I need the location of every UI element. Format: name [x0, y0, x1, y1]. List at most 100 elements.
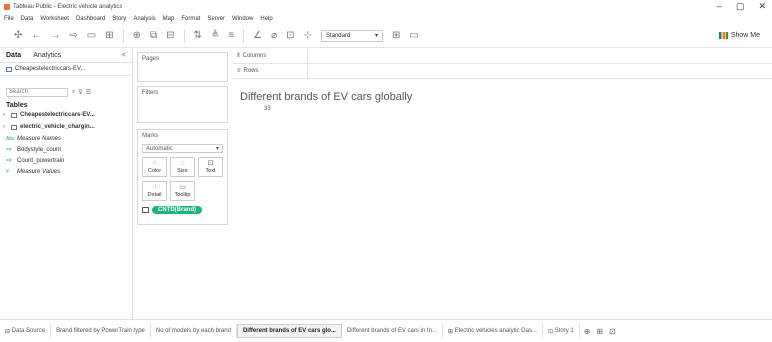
text-button[interactable]: ⊡ Text: [198, 157, 223, 177]
tab-sheet[interactable]: No of models by each brand: [151, 324, 237, 338]
filter-icon[interactable]: ⊽: [78, 89, 82, 96]
field-item[interactable]: Abc Measure Names: [0, 133, 132, 144]
tab-dashboard[interactable]: ⊞ Electric vehicles analytic Das...: [443, 324, 543, 338]
maximize-button[interactable]: ▢: [736, 1, 745, 12]
tab-label: Data Source: [11, 328, 46, 334]
data-pane: Data Analytics < Cheapestelectriccars-EV…: [0, 49, 133, 319]
detail-label: Detail: [147, 192, 162, 198]
new-dashboard-icon[interactable]: ⊞: [596, 327, 603, 336]
show-me-icon: [718, 32, 728, 39]
save-icon[interactable]: ▭: [87, 30, 96, 41]
tab-sheet[interactable]: Different brands of EV cars in In...: [342, 324, 443, 338]
new-worksheet-icon[interactable]: ⊕: [133, 30, 141, 41]
clear-sheet-icon[interactable]: ⊟: [166, 30, 174, 41]
datasource-label: Cheapestelectriccars-EV...: [15, 66, 86, 72]
tableau-home-icon[interactable]: ✣: [14, 30, 22, 41]
filters-card[interactable]: Filters: [137, 86, 228, 123]
menu-story[interactable]: Story: [112, 16, 126, 22]
detail-icon: ⁖: [152, 184, 157, 191]
undo-icon[interactable]: ←: [31, 30, 41, 41]
group-icon[interactable]: ⌀: [271, 30, 277, 41]
datasource-icon: [6, 66, 12, 72]
field-item[interactable]: =# Count_powertrain: [0, 155, 132, 166]
window-title: Tableau Public - Electric vehicle analyt…: [13, 3, 123, 10]
detail-button[interactable]: ⁖ Detail: [142, 181, 167, 201]
marks-card: Marks Automatic ▾ ⁘ Color ◌ Size ⊡ Text …: [137, 129, 228, 225]
collapse-pane-button[interactable]: <: [122, 52, 126, 59]
swap-rows-columns-icon[interactable]: ⇅: [194, 30, 202, 41]
table-item[interactable]: › Cheapestelectriccars-EV...: [0, 109, 132, 121]
new-datasource-icon[interactable]: ⊞: [105, 30, 113, 41]
menu-window[interactable]: Window: [232, 16, 253, 22]
redo-icon[interactable]: →: [50, 30, 60, 41]
labels-icon[interactable]: ⊡: [286, 30, 294, 41]
table-label: electric_vehicle_chargin...: [20, 124, 95, 130]
fix-axes-icon[interactable]: ⊞: [392, 30, 400, 41]
sort-descending-icon[interactable]: ≡: [228, 30, 234, 41]
new-worksheet-icon[interactable]: ⊕: [584, 327, 591, 336]
fit-select[interactable]: Standard ▾: [320, 29, 383, 42]
field-label: Measure Values: [17, 168, 61, 175]
field-label: Measure Names: [17, 135, 62, 142]
menu-data[interactable]: Data: [21, 16, 34, 22]
rows-shelf[interactable]: ≡ Rows: [233, 64, 772, 79]
cards-column: Pages Filters Marks Automatic ▾ ⁘ Color …: [133, 49, 233, 319]
menu-help[interactable]: Help: [260, 16, 272, 22]
size-button[interactable]: ◌ Size: [170, 157, 195, 177]
tab-data-source[interactable]: ⊟ Data Source: [0, 324, 52, 338]
color-button[interactable]: ⁘ Color: [142, 157, 167, 177]
tab-sheet-active[interactable]: Different brands of EV cars glo...: [236, 324, 342, 338]
pin-icon[interactable]: ⊹: [304, 30, 312, 41]
field-item[interactable]: # Measure Values: [0, 166, 132, 177]
tooltip-button[interactable]: ▭ Tooltip: [170, 181, 195, 201]
menu-format[interactable]: Format: [181, 16, 200, 22]
rows-label: Rows: [243, 68, 259, 74]
datasource-item[interactable]: Cheapestelectriccars-EV...: [0, 63, 132, 76]
calc-measure-icon: =#: [6, 146, 12, 153]
field-label: Count_powertrain: [17, 157, 65, 164]
table-item[interactable]: › electric_vehicle_chargin...: [0, 121, 132, 133]
columns-icon: ⦀: [237, 52, 240, 59]
color-label: Color: [147, 168, 162, 174]
search-icon[interactable]: ⌕: [72, 89, 75, 96]
color-icon: ⁘: [151, 160, 158, 167]
menu-server[interactable]: Server: [207, 16, 225, 22]
field-label: Bodystyle_count: [17, 146, 62, 153]
cntd-brand-pill[interactable]: CNTD(Brand): [152, 206, 202, 214]
chevron-right-icon[interactable]: ›: [3, 112, 8, 118]
tab-sheet[interactable]: Brand filtered by PowerTrain type: [51, 324, 151, 338]
show-me-button[interactable]: Show Me: [718, 32, 760, 39]
viz-value[interactable]: 33: [264, 106, 772, 112]
viz-title[interactable]: Different brands of EV cars globally: [240, 91, 772, 103]
menu-map[interactable]: Map: [163, 16, 175, 22]
menu-dashboard[interactable]: Dashboard: [76, 16, 105, 22]
pages-card[interactable]: Pages: [137, 52, 228, 82]
sort-ascending-icon[interactable]: ≜: [211, 30, 219, 41]
search-input[interactable]: [6, 87, 68, 97]
marks-type-select[interactable]: Automatic ▾: [142, 144, 223, 153]
close-button[interactable]: ✕: [758, 1, 766, 12]
tooltip-icon: ▭: [179, 184, 186, 191]
menu-file[interactable]: File: [4, 16, 14, 22]
toolbar-divider: [122, 28, 124, 43]
duplicate-sheet-icon[interactable]: ⧉: [150, 30, 157, 41]
swap-icon[interactable]: ⇨: [69, 30, 77, 41]
field-item[interactable]: =# Bodystyle_count: [0, 144, 132, 155]
mark-buttons-row: ⁖ Detail ▭ Tooltip: [138, 179, 227, 203]
tab-data[interactable]: Data: [0, 52, 27, 59]
filters-card-title: Filters: [142, 90, 159, 96]
chevron-right-icon[interactable]: ›: [3, 124, 8, 130]
menu-bar: File Data Worksheet Dashboard Story Anal…: [0, 13, 772, 24]
minimize-button[interactable]: –: [717, 1, 722, 12]
new-story-icon[interactable]: ⊡: [609, 327, 616, 336]
columns-shelf[interactable]: ⦀ Columns: [233, 49, 772, 64]
highlight-icon[interactable]: ∠: [253, 30, 262, 41]
tab-analytics[interactable]: Analytics: [27, 52, 67, 59]
presentation-icon[interactable]: ▭: [409, 30, 418, 41]
tab-story[interactable]: ⊡ Story 1: [543, 324, 580, 338]
view-options-icon[interactable]: ☰: [86, 89, 91, 96]
menu-worksheet[interactable]: Worksheet: [40, 16, 69, 22]
database-icon: ⊟: [5, 328, 12, 335]
menu-analysis[interactable]: Analysis: [133, 16, 155, 22]
show-me-label: Show Me: [730, 32, 760, 39]
